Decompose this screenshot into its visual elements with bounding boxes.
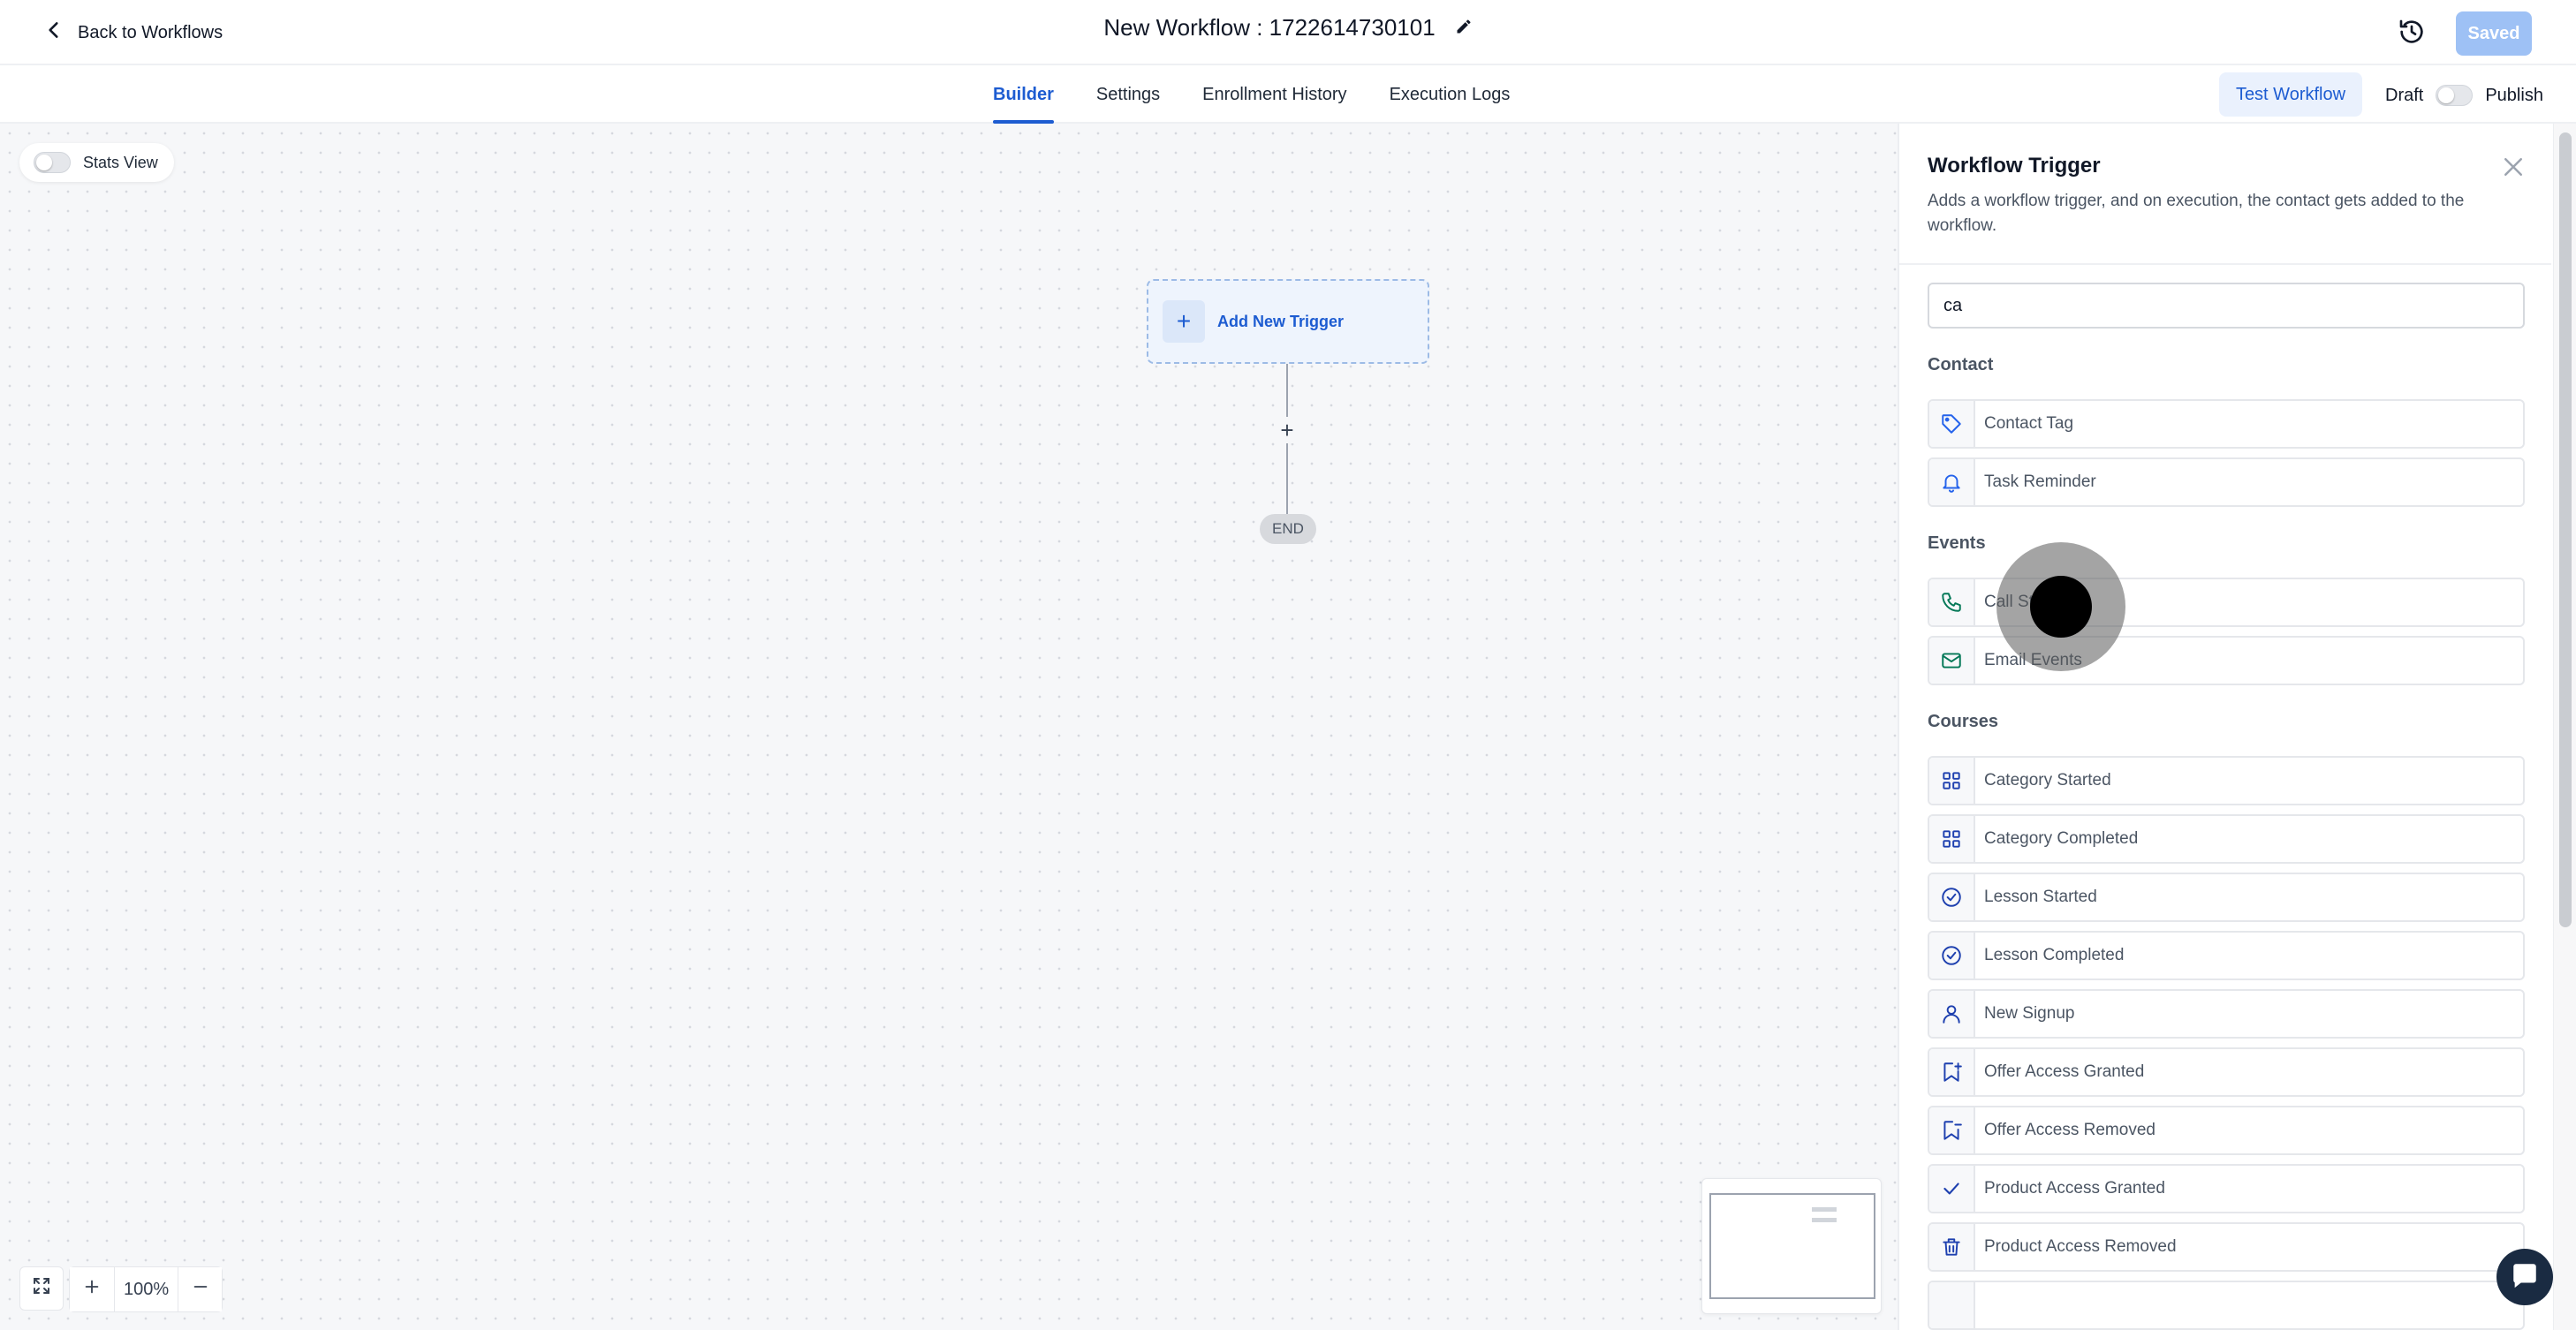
expand-icon xyxy=(31,1275,52,1302)
saved-button[interactable]: Saved xyxy=(2456,11,2532,56)
check-circle-icon xyxy=(1929,933,1975,979)
trigger-item-task-reminder[interactable]: Task Reminder xyxy=(1928,457,2525,507)
back-label: Back to Workflows xyxy=(78,22,224,42)
tab-execution-logs[interactable]: Execution Logs xyxy=(1390,65,1511,124)
chat-bubble-icon xyxy=(2510,1260,2540,1295)
trigger-item-product-access-granted[interactable]: Product Access Granted xyxy=(1928,1164,2525,1213)
phone-icon xyxy=(1929,579,1975,625)
trigger-item-lesson-completed[interactable]: Lesson Completed xyxy=(1928,931,2525,980)
trigger-item-partial[interactable] xyxy=(1928,1281,2525,1330)
panel-scrollbar[interactable] xyxy=(2553,124,2576,1330)
trigger-item-label: Contact Tag xyxy=(1984,414,2074,433)
tag-icon xyxy=(1929,401,1975,447)
plus-icon xyxy=(82,1277,102,1302)
add-new-trigger-card[interactable]: + Add New Trigger xyxy=(1147,279,1429,364)
history-icon[interactable] xyxy=(2398,18,2426,46)
zoom-out-button[interactable] xyxy=(178,1267,223,1311)
trigger-item-label: Email Events xyxy=(1984,651,2082,669)
panel-scrollbar-thumb[interactable] xyxy=(2559,132,2572,927)
trigger-item-label: Category Started xyxy=(1984,771,2111,790)
grid-icon xyxy=(1929,758,1975,804)
zoom-in-button[interactable] xyxy=(70,1267,114,1311)
trigger-item-call-status[interactable]: Call Status xyxy=(1928,578,2525,627)
item-icon xyxy=(1929,1282,1975,1328)
workflow-trigger-panel: Workflow Trigger Adds a workflow trigger… xyxy=(1898,124,2551,1330)
tab-bar: Builder Settings Enrollment History Exec… xyxy=(0,65,2576,124)
trigger-item-label: Call Status xyxy=(1984,593,2065,611)
close-icon[interactable] xyxy=(2500,154,2527,180)
trigger-item-label: New Signup xyxy=(1984,1004,2075,1023)
grid-icon xyxy=(1929,816,1975,862)
trigger-item-category-completed[interactable]: Category Completed xyxy=(1928,814,2525,864)
check-icon xyxy=(1929,1166,1975,1212)
top-bar: Back to Workflows New Workflow : 1722614… xyxy=(0,0,2576,65)
fit-view-button[interactable] xyxy=(19,1266,64,1311)
group-title-courses: Courses xyxy=(1928,712,1999,731)
workflow-canvas[interactable]: Stats View + Add New Trigger + END 100% xyxy=(0,124,1898,1330)
minimap-node xyxy=(1812,1218,1837,1222)
trigger-item-new-signup[interactable]: New Signup xyxy=(1928,989,2525,1039)
trigger-item-email-events[interactable]: Email Events xyxy=(1928,636,2525,685)
tab-settings[interactable]: Settings xyxy=(1096,65,1160,124)
mail-icon xyxy=(1929,638,1975,684)
minimap-viewport[interactable] xyxy=(1709,1193,1875,1299)
group-title-events: Events xyxy=(1928,533,1986,553)
minimap-node xyxy=(1812,1207,1837,1212)
tab-builder[interactable]: Builder xyxy=(993,65,1054,124)
stats-view-toggle[interactable] xyxy=(34,152,71,173)
zoom-controls: 100% xyxy=(19,1266,224,1312)
add-step-plus-icon[interactable]: + xyxy=(1274,417,1300,443)
check-circle-icon xyxy=(1929,874,1975,920)
tabs: Builder Settings Enrollment History Exec… xyxy=(993,65,1510,124)
end-node: END xyxy=(1260,514,1316,544)
trash-icon xyxy=(1929,1224,1975,1270)
trigger-item-lesson-started[interactable]: Lesson Started xyxy=(1928,873,2525,922)
trigger-item-label: Task Reminder xyxy=(1984,472,2096,491)
group-title-contact: Contact xyxy=(1928,355,1994,374)
test-workflow-button[interactable]: Test Workflow xyxy=(2219,72,2362,117)
chevron-left-icon xyxy=(42,19,65,47)
minus-icon xyxy=(191,1277,210,1302)
workflow-title: New Workflow : 1722614730101 xyxy=(1103,14,1436,41)
chat-button[interactable] xyxy=(2496,1249,2553,1305)
zoom-group: 100% xyxy=(69,1266,224,1312)
user-icon xyxy=(1929,991,1975,1037)
pencil-icon[interactable] xyxy=(1455,14,1473,42)
plus-icon: + xyxy=(1163,300,1205,343)
trigger-item-offer-access-granted[interactable]: Offer Access Granted xyxy=(1928,1047,2525,1097)
trigger-item-product-access-removed[interactable]: Product Access Removed xyxy=(1928,1222,2525,1272)
trigger-item-label: Product Access Granted xyxy=(1984,1179,2165,1198)
trigger-item-label: Category Completed xyxy=(1984,829,2139,848)
tab-enrollment-history[interactable]: Enrollment History xyxy=(1202,65,1346,124)
panel-header: Workflow Trigger Adds a workflow trigger… xyxy=(1899,124,2551,265)
trigger-item-label: Product Access Removed xyxy=(1984,1237,2177,1256)
minimap[interactable] xyxy=(1701,1178,1882,1314)
draft-label: Draft xyxy=(2385,85,2424,105)
workflow-title-bar: New Workflow : 1722614730101 xyxy=(0,14,2576,42)
publish-label: Publish xyxy=(2485,85,2543,105)
stats-view-label: Stats View xyxy=(83,153,158,171)
back-to-workflows-link[interactable]: Back to Workflows xyxy=(42,16,223,49)
publish-toggle[interactable] xyxy=(2436,85,2474,106)
trigger-item-label: Offer Access Granted xyxy=(1984,1062,2145,1081)
trigger-search-input[interactable] xyxy=(1928,283,2525,329)
trigger-item-label: Offer Access Removed xyxy=(1984,1121,2156,1139)
panel-description: Adds a workflow trigger, and on executio… xyxy=(1928,192,2465,235)
publish-switch-group: Draft Publish xyxy=(2385,79,2543,111)
trigger-item-category-started[interactable]: Category Started xyxy=(1928,756,2525,805)
trigger-item-offer-access-removed[interactable]: Offer Access Removed xyxy=(1928,1106,2525,1155)
bell-icon xyxy=(1929,459,1975,505)
trigger-item-label: Lesson Completed xyxy=(1984,946,2125,964)
trigger-item-contact-tag[interactable]: Contact Tag xyxy=(1928,399,2525,449)
trigger-item-label: Lesson Started xyxy=(1984,888,2097,906)
add-new-trigger-label: Add New Trigger xyxy=(1217,312,1345,330)
bookmark-minus-icon xyxy=(1929,1107,1975,1153)
panel-title: Workflow Trigger xyxy=(1928,154,2101,178)
stats-view-switch[interactable]: Stats View xyxy=(19,143,174,182)
zoom-level: 100% xyxy=(114,1267,178,1311)
bookmark-plus-icon xyxy=(1929,1049,1975,1095)
